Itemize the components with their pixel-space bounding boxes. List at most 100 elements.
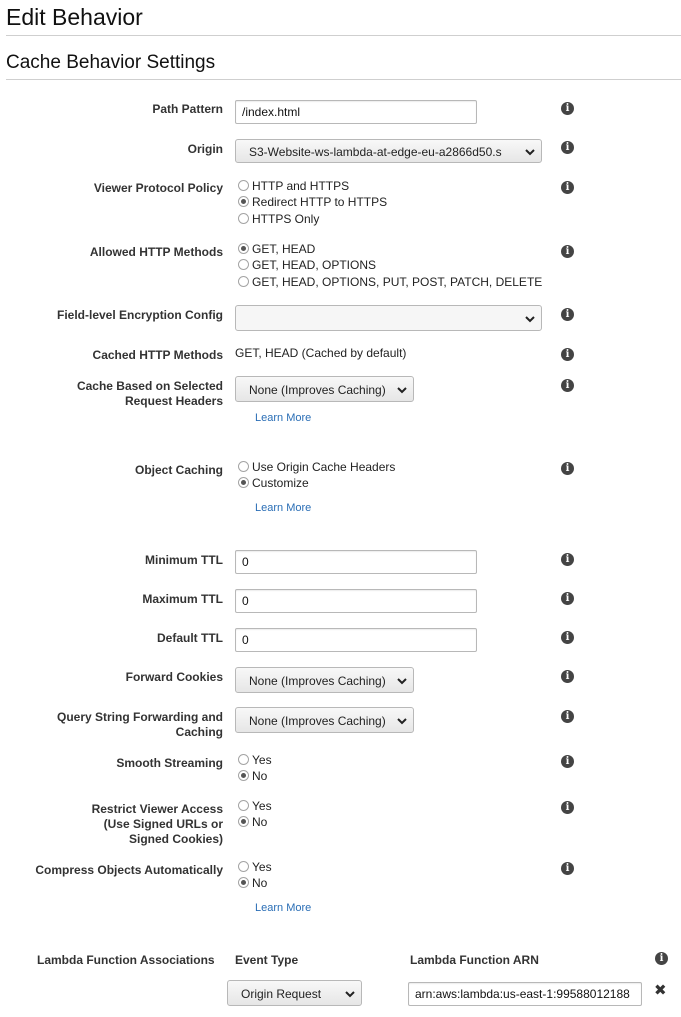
restrict-viewer-label-line: (Use Signed URLs or	[103, 817, 223, 831]
info-icon[interactable]: i	[561, 801, 574, 814]
restrict-viewer-label-line: Signed Cookies)	[128, 832, 223, 846]
object-caching-option-customize[interactable]: Customize	[238, 475, 309, 491]
info-icon[interactable]: i	[561, 462, 574, 475]
info-icon[interactable]: i	[561, 379, 574, 392]
info-icon[interactable]: i	[561, 755, 574, 768]
chevron-down-icon	[397, 678, 407, 685]
smooth-streaming-option-yes[interactable]: Yes	[238, 752, 272, 768]
option-label: Yes	[252, 753, 272, 767]
radio-button[interactable]	[238, 800, 249, 811]
option-label: GET, HEAD, OPTIONS	[252, 258, 377, 272]
compress-objects-label: Compress Objects Automatically	[35, 863, 223, 877]
cache-headers-label-line: Cache Based on Selected	[76, 379, 223, 393]
lambda-arn-input[interactable]: arn:aws:lambda:us-east-1:99588012188	[408, 982, 642, 1006]
event-type-column-header: Event Type	[235, 953, 299, 967]
path-pattern-label: Path Pattern	[152, 102, 223, 116]
option-label: Use Origin Cache Headers	[252, 460, 396, 474]
info-icon[interactable]: i	[561, 710, 574, 723]
radio-button-selected[interactable]	[238, 196, 249, 207]
learn-more-link[interactable]: Learn More	[255, 501, 311, 515]
maximum-ttl-label: Maximum TTL	[142, 592, 223, 606]
info-icon[interactable]: i	[655, 952, 668, 965]
info-icon[interactable]: i	[561, 348, 574, 361]
allowed-http-methods-label: Allowed HTTP Methods	[89, 245, 223, 259]
option-label: No	[252, 815, 268, 829]
radio-button[interactable]	[238, 861, 249, 872]
option-label: Yes	[252, 860, 272, 874]
learn-more-link[interactable]: Learn More	[255, 901, 311, 915]
info-icon[interactable]: i	[561, 308, 574, 321]
section-title: Cache Behavior Settings	[6, 52, 216, 73]
restrict-viewer-option-no[interactable]: No	[238, 814, 267, 830]
viewer-protocol-option-https-only[interactable]: HTTPS Only	[238, 211, 319, 227]
option-label: GET, HEAD	[252, 242, 316, 256]
forward-cookies-select[interactable]: None (Improves Caching)	[235, 667, 414, 693]
radio-button-selected[interactable]	[238, 477, 249, 488]
viewer-protocol-option-http-https[interactable]: HTTP and HTTPS	[238, 178, 349, 194]
radio-button-selected[interactable]	[238, 770, 249, 781]
field-level-encryption-select[interactable]	[235, 305, 542, 331]
object-caching-option-origin-headers[interactable]: Use Origin Cache Headers	[238, 459, 395, 475]
forward-cookies-value: None (Improves Caching)	[249, 674, 386, 688]
option-label: HTTPS Only	[252, 212, 320, 226]
info-icon[interactable]: i	[561, 862, 574, 875]
info-icon[interactable]: i	[561, 102, 574, 115]
query-string-value: None (Improves Caching)	[249, 714, 386, 728]
query-string-select[interactable]: None (Improves Caching)	[235, 707, 414, 733]
radio-button[interactable]	[238, 276, 249, 287]
cache-headers-label-line: Request Headers	[124, 394, 223, 408]
path-pattern-input[interactable]: /index.html	[235, 100, 477, 124]
restrict-viewer-access-label: Restrict Viewer Access (Use Signed URLs …	[92, 802, 223, 847]
learn-more-link[interactable]: Learn More	[255, 411, 311, 425]
maximum-ttl-input[interactable]: 0	[235, 589, 477, 613]
cache-headers-value: None (Improves Caching)	[249, 383, 386, 397]
info-icon[interactable]: i	[561, 592, 574, 605]
origin-label: Origin	[187, 142, 223, 156]
event-type-value: Origin Request	[241, 987, 322, 1001]
smooth-streaming-label: Smooth Streaming	[116, 756, 223, 770]
chevron-down-icon	[525, 149, 535, 156]
radio-button-selected[interactable]	[238, 243, 249, 254]
cached-http-methods-label: Cached HTTP Methods	[92, 348, 223, 362]
viewer-protocol-policy-label: Viewer Protocol Policy	[93, 181, 223, 195]
origin-select[interactable]: S3-Website-ws-lambda-at-edge-eu-a2866d50…	[235, 139, 542, 163]
info-icon[interactable]: i	[561, 553, 574, 566]
viewer-protocol-option-redirect[interactable]: Redirect HTTP to HTTPS	[238, 194, 387, 210]
option-label: Customize	[252, 476, 309, 490]
compress-objects-option-no[interactable]: No	[238, 875, 267, 891]
allowed-methods-option-get-head-options[interactable]: GET, HEAD, OPTIONS	[238, 257, 376, 273]
chevron-down-icon	[345, 991, 355, 998]
radio-button[interactable]	[238, 754, 249, 765]
restrict-viewer-label-line: Restrict Viewer Access	[91, 802, 223, 816]
allowed-methods-option-all[interactable]: GET, HEAD, OPTIONS, PUT, POST, PATCH, DE…	[238, 274, 542, 290]
chevron-down-icon	[397, 718, 407, 725]
close-icon[interactable]: ✖	[654, 983, 667, 998]
compress-objects-option-yes[interactable]: Yes	[238, 859, 272, 875]
option-label: No	[252, 769, 268, 783]
query-string-label-line: Query String Forwarding and	[56, 710, 223, 724]
event-type-select[interactable]: Origin Request	[227, 980, 362, 1006]
radio-button-selected[interactable]	[238, 877, 249, 888]
info-icon[interactable]: i	[561, 670, 574, 683]
radio-button-selected[interactable]	[238, 816, 249, 827]
option-label: GET, HEAD, OPTIONS, PUT, POST, PATCH, DE…	[252, 275, 543, 289]
allowed-methods-option-get-head[interactable]: GET, HEAD	[238, 241, 315, 257]
info-icon[interactable]: i	[561, 631, 574, 644]
smooth-streaming-option-no[interactable]: No	[238, 768, 267, 784]
option-label: Yes	[252, 799, 272, 813]
radio-button[interactable]	[238, 461, 249, 472]
minimum-ttl-input[interactable]: 0	[235, 550, 477, 574]
restrict-viewer-option-yes[interactable]: Yes	[238, 798, 272, 814]
cache-headers-select[interactable]: None (Improves Caching)	[235, 376, 414, 402]
info-icon[interactable]: i	[561, 141, 574, 154]
radio-button[interactable]	[238, 180, 249, 191]
info-icon[interactable]: i	[561, 181, 574, 194]
info-icon[interactable]: i	[561, 245, 574, 258]
radio-button[interactable]	[238, 213, 249, 224]
field-level-encryption-label: Field-level Encryption Config	[56, 308, 223, 322]
option-label: HTTP and HTTPS	[252, 179, 350, 193]
default-ttl-input[interactable]: 0	[235, 628, 477, 652]
minimum-ttl-label: Minimum TTL	[145, 553, 223, 567]
chevron-down-icon	[397, 387, 407, 394]
radio-button[interactable]	[238, 259, 249, 270]
